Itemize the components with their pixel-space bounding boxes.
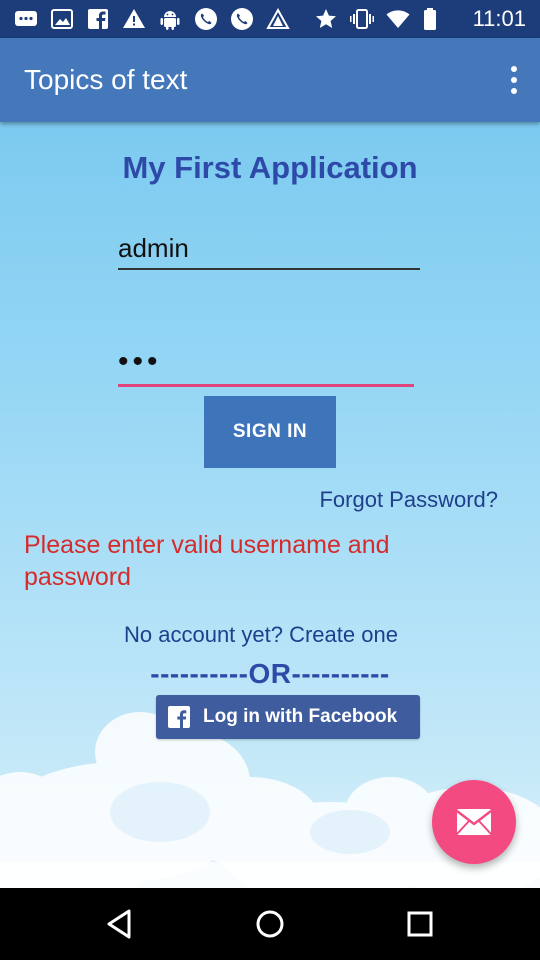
warning-icon — [122, 7, 146, 31]
error-message: Please enter valid username and password — [24, 531, 390, 591]
mail-icon — [456, 808, 492, 836]
mail-fab-button[interactable] — [432, 780, 516, 864]
recents-icon[interactable] — [402, 906, 438, 942]
triangle-icon — [266, 7, 290, 31]
battery-icon — [418, 7, 442, 31]
forgot-password-link[interactable]: Forgot Password? — [319, 487, 498, 513]
app-bar: Topics of text — [0, 38, 540, 122]
facebook-logo-icon — [168, 706, 190, 728]
phone-icon — [194, 7, 218, 31]
back-icon[interactable] — [102, 906, 138, 942]
home-icon[interactable] — [252, 906, 288, 942]
phone-icon — [230, 7, 254, 31]
facebook-login-label: Log in with Facebook — [203, 706, 398, 727]
facebook-icon — [86, 7, 110, 31]
image-icon — [50, 7, 74, 31]
screen: 11:01 Topics of text My First Applicatio… — [0, 0, 540, 960]
create-account-link[interactable]: No account yet? Create one — [124, 622, 398, 648]
vibrate-icon — [350, 7, 374, 31]
status-time: 11:01 — [472, 6, 526, 31]
password-input[interactable] — [118, 340, 414, 387]
facebook-login-button[interactable]: Log in with Facebook — [156, 695, 420, 739]
status-bar: 11:01 — [0, 0, 540, 38]
navigation-bar — [0, 888, 540, 960]
messages-icon — [14, 7, 38, 31]
username-input[interactable] — [118, 228, 420, 270]
wifi-icon — [386, 7, 410, 31]
star-icon — [314, 7, 338, 31]
more-vert-icon[interactable] — [506, 66, 522, 94]
app-title: Topics of text — [24, 64, 188, 95]
app-heading: My First Application — [122, 150, 418, 185]
or-divider: ----------OR---------- — [150, 658, 390, 689]
sign-in-button[interactable]: SIGN IN — [204, 396, 336, 468]
android-icon — [158, 7, 182, 31]
login-screen: My First Application SIGN IN Forgot Pass… — [0, 122, 540, 888]
